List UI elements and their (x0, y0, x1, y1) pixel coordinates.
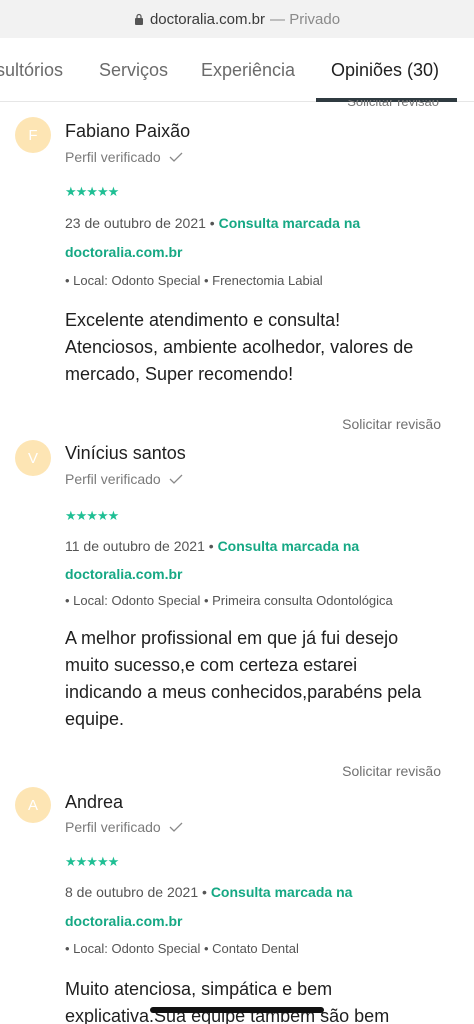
tab-opinioes[interactable]: Opiniões (30) (331, 60, 439, 81)
checkmark-icon (169, 474, 183, 484)
tab-experiencia[interactable]: Experiência (201, 60, 295, 81)
verified-profile: Perfil verificado (65, 149, 183, 165)
url-text: doctoralia.com.br (149, 10, 266, 28)
tab-consultorios[interactable]: sultórios (0, 60, 63, 81)
reviewer-name: Fabiano Paixão (65, 121, 191, 141)
booked-link[interactable]: Consulta marcada na (218, 538, 360, 554)
review-local: • Local: Odonto Special • Primeira consu… (65, 593, 393, 608)
review-date-line: 11 de outubro de 2021 • Consulta marcada… (65, 538, 360, 554)
home-indicator (150, 1007, 324, 1013)
review-local: • Local: Odonto Special • Contato Dental (65, 941, 299, 956)
browser-url-bar[interactable]: doctoralia.com.br — Privado (0, 0, 474, 38)
review-date-line: 8 de outubro de 2021 • Consulta marcada … (65, 884, 353, 900)
lock-icon (134, 13, 143, 25)
booked-site[interactable]: doctoralia.com.br (65, 913, 182, 929)
booked-link[interactable]: Consulta marcada na (211, 884, 353, 900)
checkmark-icon (169, 822, 183, 832)
star-rating: ★★★★★ (65, 184, 119, 199)
avatar: A (15, 787, 51, 823)
review-text: A melhor profissional em que já fui dese… (65, 628, 422, 729)
profile-tabs: sultórios Serviços Experiência Opiniões … (0, 38, 474, 102)
booked-site[interactable]: doctoralia.com.br (65, 566, 182, 582)
solicitar-revisao-link-cut[interactable]: Solicitar revisão (347, 100, 439, 106)
review-text: Muito atenciosa, simpática e bem explica… (65, 979, 390, 1024)
reviewer-name: Vinícius santos (65, 443, 186, 463)
checkmark-icon (169, 152, 183, 162)
solicitar-revisao-link[interactable]: Solicitar revisão (342, 763, 441, 779)
private-mode-label: — Privado (270, 10, 341, 28)
star-rating: ★★★★★ (65, 854, 119, 869)
review-date-line: 23 de outubro de 2021 • Consulta marcada… (65, 215, 361, 231)
avatar: V (15, 440, 51, 476)
reviewer-name: Andrea (65, 792, 124, 812)
booked-link[interactable]: Consulta marcada na (219, 215, 361, 231)
verified-profile: Perfil verificado (65, 471, 183, 487)
review-local: • Local: Odonto Special • Frenectomia La… (65, 273, 323, 288)
verified-profile: Perfil verificado (65, 819, 183, 835)
star-rating: ★★★★★ (65, 508, 119, 523)
solicitar-revisao-link[interactable]: Solicitar revisão (342, 416, 441, 432)
booked-site[interactable]: doctoralia.com.br (65, 244, 182, 260)
avatar: F (15, 117, 51, 153)
tab-servicos[interactable]: Serviços (99, 60, 168, 81)
review-text: Excelente atendimento e consulta! Atenci… (65, 310, 414, 384)
